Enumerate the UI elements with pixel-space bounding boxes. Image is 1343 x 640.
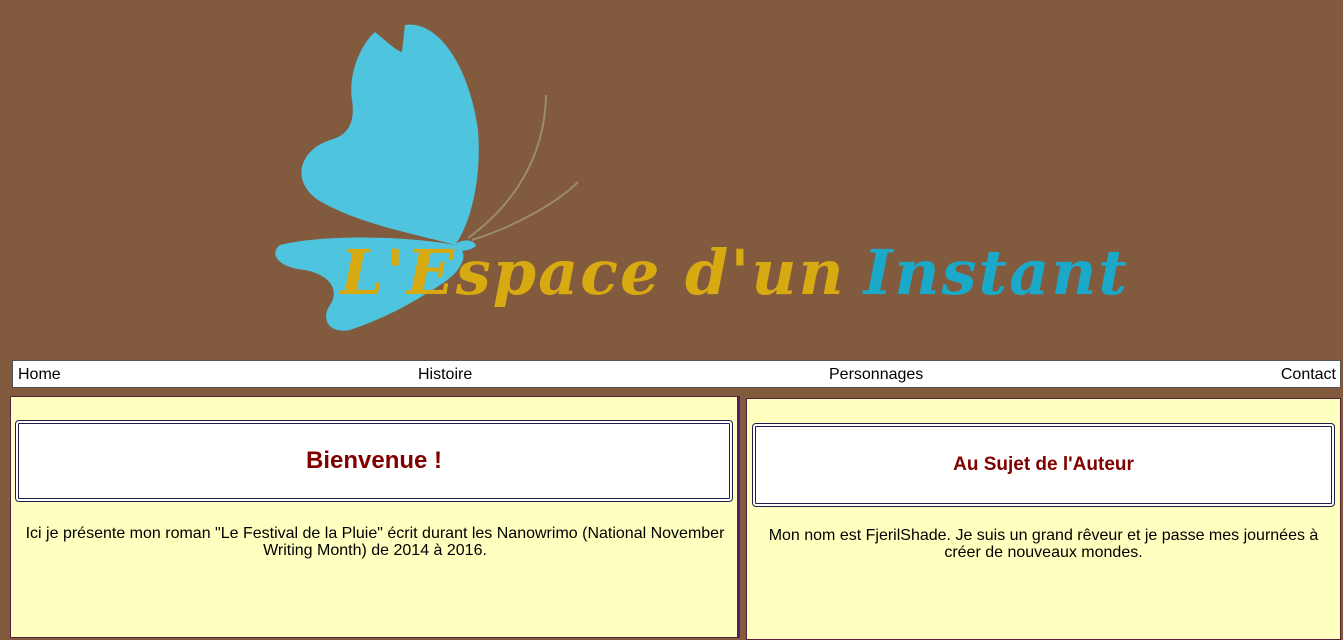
nav-item-home[interactable]: Home [18, 366, 61, 384]
logo-text-part1: L'Espace d'un [340, 236, 846, 309]
author-title: Au Sujet de l'Auteur [752, 423, 1335, 507]
site-logo-text: L'Espace d'un Instant [340, 236, 1129, 309]
logo-text-part2: Instant [863, 236, 1130, 309]
author-panel: Au Sujet de l'Auteur Mon nom est FjerilS… [746, 398, 1341, 640]
nav-item-personnages[interactable]: Personnages [829, 366, 923, 384]
main-nav: Home Histoire Personnages Contact [12, 360, 1341, 388]
welcome-title: Bienvenue ! [15, 420, 733, 502]
author-text: Mon nom est FjerilShade. Je suis un gran… [768, 527, 1319, 561]
welcome-panel: Bienvenue ! Ici je présente mon roman "L… [10, 396, 740, 638]
site-banner: L'Espace d'un Instant [0, 0, 1343, 360]
welcome-text: Ici je présente mon roman "Le Festival d… [25, 525, 725, 559]
nav-item-contact[interactable]: Contact [1281, 366, 1336, 384]
nav-item-histoire[interactable]: Histoire [418, 366, 472, 384]
